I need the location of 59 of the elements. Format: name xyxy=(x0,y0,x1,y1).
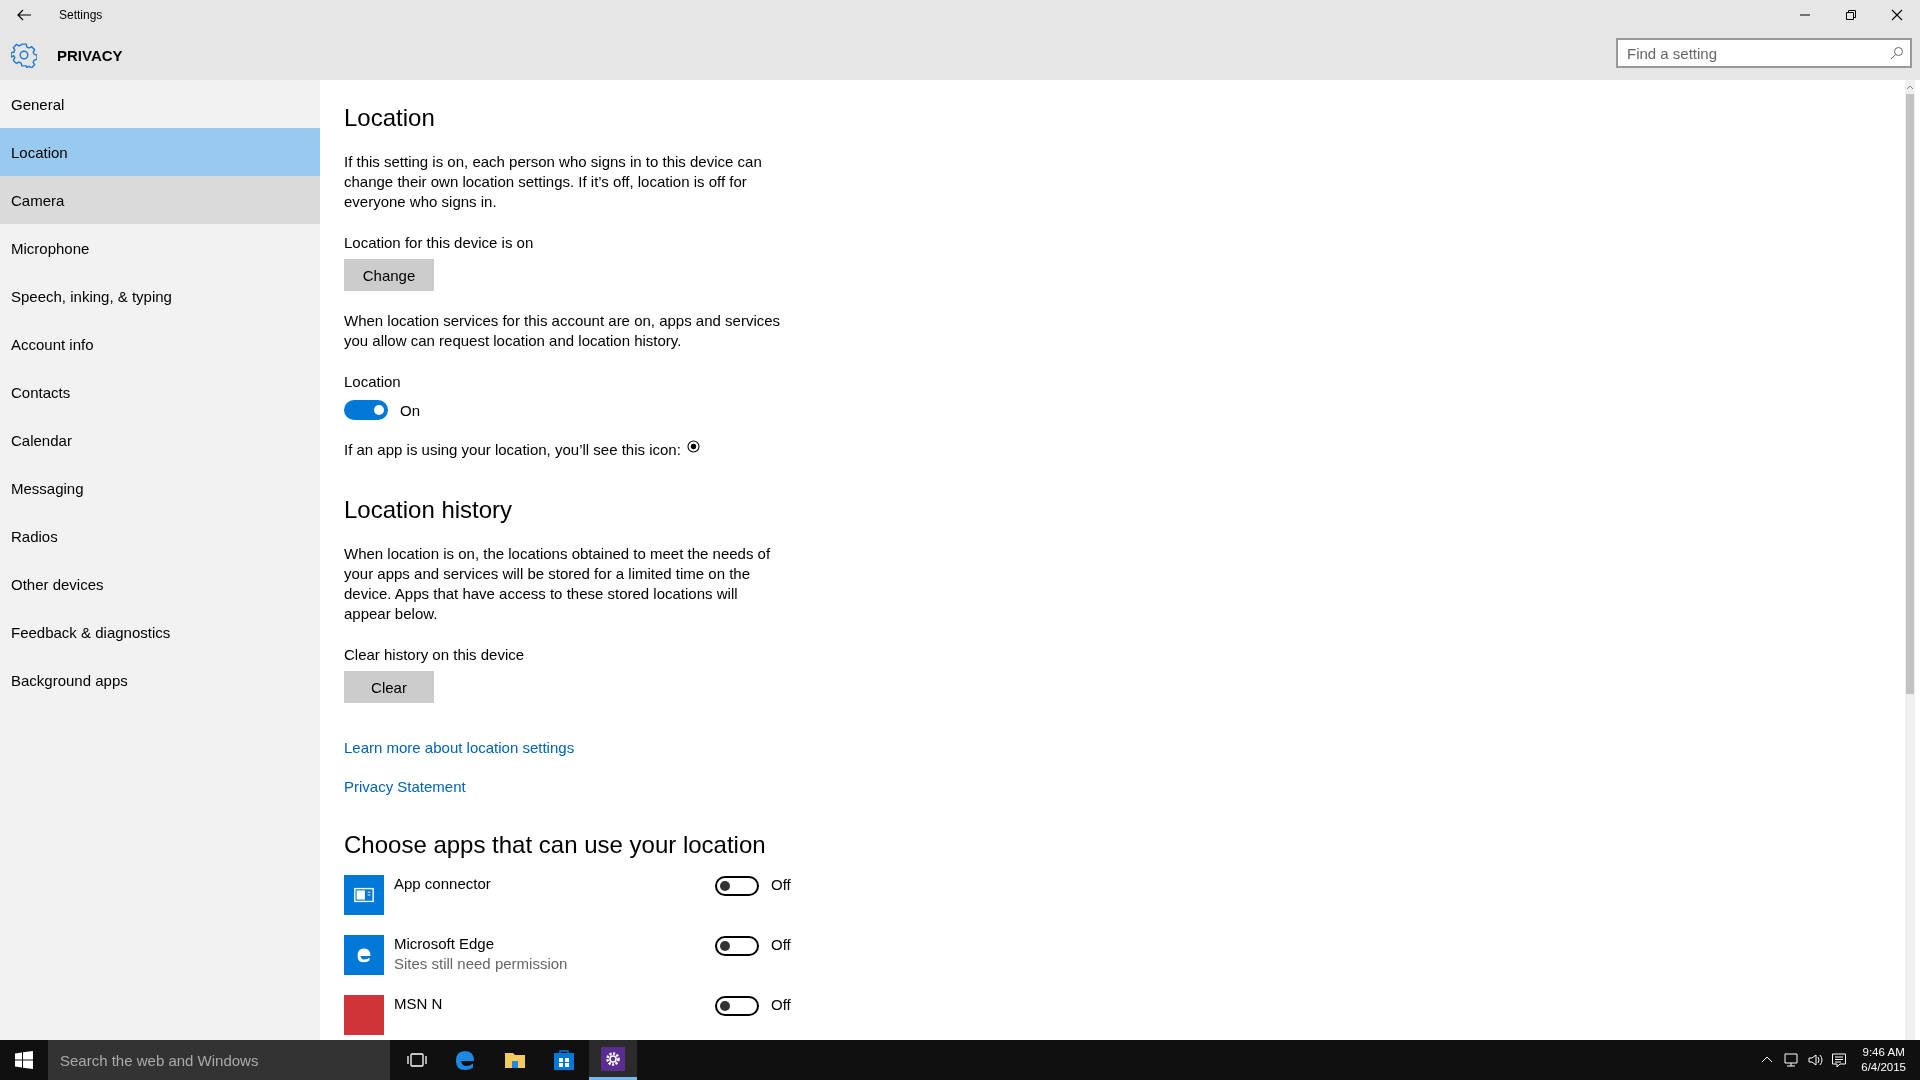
app-subtitle: Sites still need permission xyxy=(394,955,569,972)
toggle-switch[interactable] xyxy=(715,876,759,896)
description-text: If an app is using your location, you’ll see this icon: xyxy=(344,440,681,460)
setting-label: Clear history on this device xyxy=(344,646,526,663)
app-name: Microsoft Edge xyxy=(394,935,496,952)
sidebar-item[interactable]: Contacts xyxy=(0,368,320,416)
store-icon xyxy=(552,1048,576,1072)
taskbar-search-field[interactable]: Search the web and Windows xyxy=(48,1040,390,1080)
action-button[interactable]: Change xyxy=(344,259,434,291)
toggle-state: Off xyxy=(771,876,791,893)
toggle-state: Off xyxy=(771,996,791,1013)
toggle-switch[interactable] xyxy=(344,400,388,420)
sidebar-item[interactable]: Speech, inking, & typing xyxy=(0,272,320,320)
toggle-state: Off xyxy=(771,936,791,953)
description-text: If this setting is on, each person who signs in to this device can change their own location settings. If it’s off, location is off for everyone who signs in. xyxy=(344,152,763,212)
sidebar-item[interactable]: General xyxy=(0,80,320,128)
sidebar-item[interactable]: Other devices xyxy=(0,560,320,608)
toggle-state: On xyxy=(400,401,420,419)
window-title: Settings xyxy=(59,8,103,22)
toggle-switch[interactable] xyxy=(715,936,759,956)
app-name: App connector xyxy=(394,875,492,892)
section-heading: Location xyxy=(344,104,436,132)
sidebar-item[interactable]: Radios xyxy=(0,512,320,560)
search-icon xyxy=(1890,46,1904,60)
page-title: PRIVACY xyxy=(57,46,123,64)
app-name: MSN N xyxy=(394,995,444,1012)
windows-logo-icon xyxy=(15,1051,33,1069)
description-text: When location services for this account are on, apps and services you allow can request location and location history. xyxy=(344,311,782,351)
sidebar-item[interactable]: Microphone xyxy=(0,224,320,272)
message-icon[interactable] xyxy=(1831,1052,1848,1068)
gear-icon xyxy=(601,1046,625,1071)
link[interactable]: Privacy Statement xyxy=(344,778,466,795)
sidebar-item[interactable]: Location xyxy=(0,128,320,176)
network-icon[interactable] xyxy=(1783,1052,1800,1068)
sidebar-item[interactable]: Account info xyxy=(0,320,320,368)
close-icon xyxy=(1891,9,1903,21)
gear-icon xyxy=(11,42,37,68)
action-button[interactable]: Clear xyxy=(344,671,434,703)
location-indicator-icon xyxy=(686,439,700,453)
restore-icon xyxy=(1845,9,1857,21)
section-heading: Choose apps that can use your location xyxy=(344,831,767,859)
section-heading: Location history xyxy=(344,496,514,524)
gear-taskbar-button[interactable] xyxy=(589,1040,637,1080)
sidebar-item[interactable]: Calendar xyxy=(0,416,320,464)
sidebar-item[interactable]: Feedback & diagnostics xyxy=(0,608,320,656)
sidebar-item[interactable]: Background apps xyxy=(0,656,320,704)
clock-date[interactable]: 6/4/2015 xyxy=(1861,1060,1906,1075)
search-field[interactable]: Find a setting xyxy=(1616,38,1912,68)
clock-time[interactable]: 9:46 AM xyxy=(1862,1045,1905,1060)
back-icon[interactable] xyxy=(16,7,32,23)
scrollbar[interactable] xyxy=(1905,80,1915,1040)
toggle-switch[interactable] xyxy=(715,996,759,1016)
setting-label: Location for this device is on xyxy=(344,234,535,251)
description-text: When location is on, the locations obtained to meet the needs of your apps and services will be stored for a limited time on the device. Apps that have access to these stored locations will appear below. xyxy=(344,544,772,624)
volume-icon[interactable] xyxy=(1807,1052,1824,1068)
sidebar-item[interactable]: Camera xyxy=(0,176,320,224)
sidebar-item[interactable]: Messaging xyxy=(0,464,320,512)
toggle-label: Location xyxy=(344,373,402,390)
link[interactable]: Learn more about location settings xyxy=(344,739,575,756)
